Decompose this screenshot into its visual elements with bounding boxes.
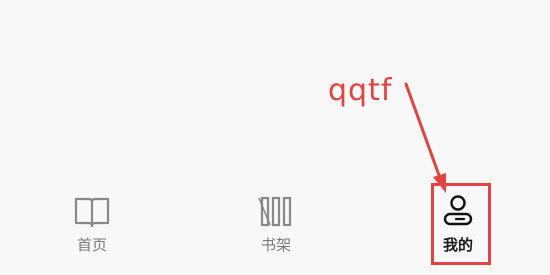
- tab-home[interactable]: 首页: [47, 183, 137, 275]
- annotation-highlight-box: [431, 183, 491, 265]
- annotation-label: qqtf: [328, 73, 393, 108]
- tab-bookshelf[interactable]: 书架: [231, 183, 321, 275]
- tab-bookshelf-label: 书架: [260, 236, 291, 254]
- app-screen: qqtf 首页 书架 我的: [0, 0, 550, 275]
- tab-home-label: 首页: [76, 236, 107, 254]
- bookshelf-icon: [258, 196, 292, 227]
- book-open-icon: [74, 197, 110, 228]
